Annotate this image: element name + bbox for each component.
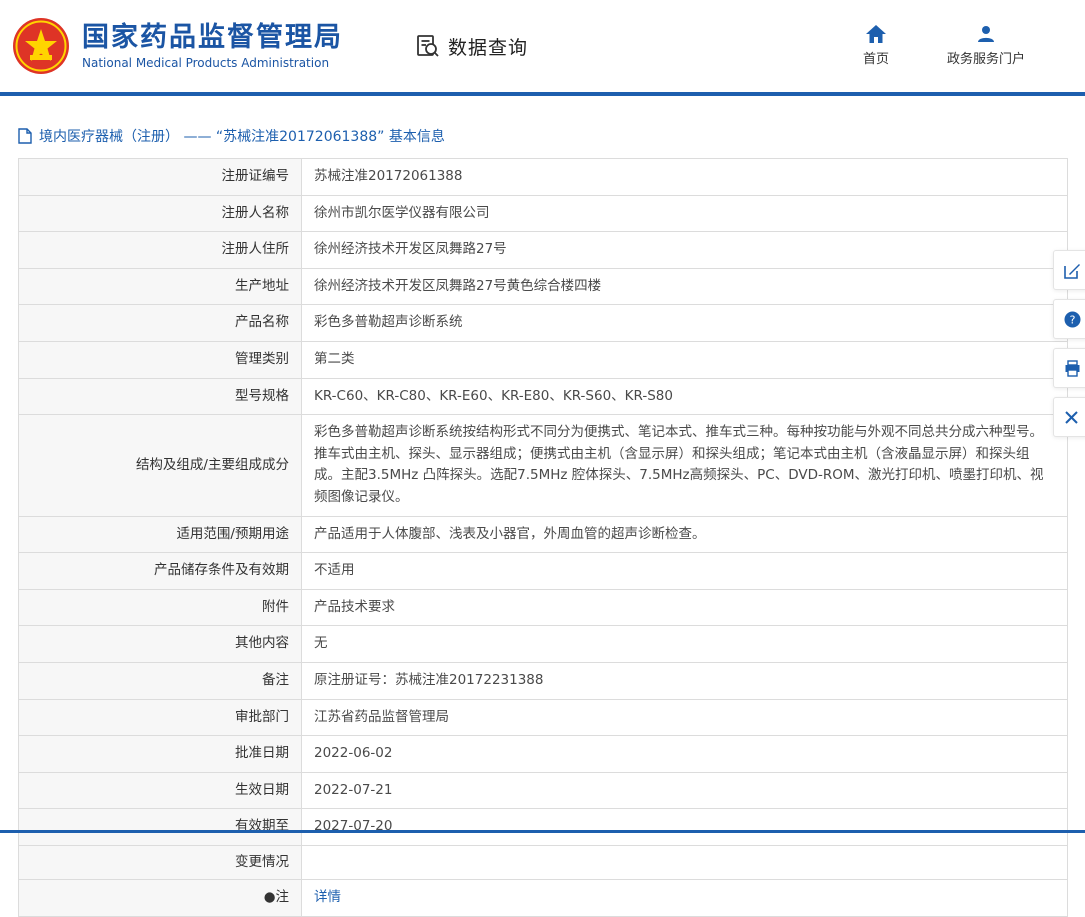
table-row: 有效期至 2027-07-20 — [19, 809, 1068, 846]
table-row: 产品名称 彩色多普勒超声诊断系统 — [19, 305, 1068, 342]
page-header: 国家药品监督管理局 National Medical Products Admi… — [0, 0, 1085, 96]
nav-home-label: 首页 — [863, 48, 889, 67]
table-row: ●注 详情 — [19, 880, 1068, 917]
field-value — [302, 845, 1068, 880]
table-row: 管理类别 第二类 — [19, 341, 1068, 378]
logo-group: 国家药品监督管理局 National Medical Products Admi… — [12, 17, 343, 75]
field-value: 详情 — [302, 880, 1068, 917]
field-label: 生产地址 — [19, 268, 302, 305]
table-row: 审批部门 江苏省药品监督管理局 — [19, 699, 1068, 736]
floating-tools-panel: 数 ? 常 打 关 — [1053, 250, 1085, 446]
field-value: 彩色多普勒超声诊断系统按结构形式不同分为便携式、笔记本式、推车式三种。每种按功能… — [302, 415, 1068, 516]
field-value: 2022-07-21 — [302, 772, 1068, 809]
breadcrumb: 境内医疗器械（注册） —— “苏械注准20172061388” 基本信息 — [18, 126, 1085, 146]
field-value: 2022-06-02 — [302, 736, 1068, 773]
svg-text:?: ? — [1070, 313, 1076, 326]
field-label: 型号规格 — [19, 378, 302, 415]
table-row: 注册人住所 徐州经济技术开发区凤舞路27号 — [19, 232, 1068, 269]
table-row: 适用范围/预期用途 产品适用于人体腹部、浅表及小器官，外周血管的超声诊断检查。 — [19, 516, 1068, 553]
field-value: 原注册证号：苏械注准20172231388 — [302, 662, 1068, 699]
edit-icon — [1064, 262, 1081, 279]
table-row: 生产地址 徐州经济技术开发区凤舞路27号黄色综合楼四楼 — [19, 268, 1068, 305]
table-row: 型号规格 KR-C60、KR-C80、KR-E60、KR-E80、KR-S60、… — [19, 378, 1068, 415]
field-value: 苏械注准20172061388 — [302, 159, 1068, 196]
nav-service-portal[interactable]: 政务服务门户 — [947, 25, 1025, 67]
table-row: 备注 原注册证号：苏械注准20172231388 — [19, 662, 1068, 699]
field-label: 变更情况 — [19, 845, 302, 880]
field-label: 审批部门 — [19, 699, 302, 736]
tool-correction[interactable]: 数 — [1053, 250, 1085, 290]
field-label: 产品名称 — [19, 305, 302, 342]
field-value: KR-C60、KR-C80、KR-E60、KR-E80、KR-S60、KR-S8… — [302, 378, 1068, 415]
field-label: 生效日期 — [19, 772, 302, 809]
detail-link[interactable]: 详情 — [314, 889, 341, 905]
field-value: 徐州经济技术开发区凤舞路27号 — [302, 232, 1068, 269]
field-label: ●注 — [19, 880, 302, 917]
document-icon — [18, 128, 32, 144]
field-label: 注册证编号 — [19, 159, 302, 196]
data-query-icon — [415, 33, 441, 59]
table-row: 产品储存条件及有效期 不适用 — [19, 553, 1068, 590]
field-label: 备注 — [19, 662, 302, 699]
field-value: 第二类 — [302, 341, 1068, 378]
data-query-label: 数据查询 — [448, 33, 528, 60]
field-value: 徐州市凯尔医学仪器有限公司 — [302, 195, 1068, 232]
data-query-section[interactable]: 数据查询 — [415, 33, 528, 60]
table-row: 变更情况 — [19, 845, 1068, 880]
field-value: 2027-07-20 — [302, 809, 1068, 846]
field-value: 无 — [302, 626, 1068, 663]
table-row: 附件 产品技术要求 — [19, 589, 1068, 626]
tool-close[interactable]: 关 — [1053, 397, 1085, 437]
table-row: 批准日期 2022-06-02 — [19, 736, 1068, 773]
field-label: 注册人住所 — [19, 232, 302, 269]
person-icon — [977, 25, 995, 43]
field-label: 注册人名称 — [19, 195, 302, 232]
table-row: 结构及组成/主要组成成分 彩色多普勒超声诊断系统按结构形式不同分为便携式、笔记本… — [19, 415, 1068, 516]
field-value: 产品适用于人体腹部、浅表及小器官，外周血管的超声诊断检查。 — [302, 516, 1068, 553]
field-label: 结构及组成/主要组成成分 — [19, 415, 302, 516]
field-value: 徐州经济技术开发区凤舞路27号黄色综合楼四楼 — [302, 268, 1068, 305]
breadcrumb-text: 境内医疗器械（注册） —— “苏械注准20172061388” 基本信息 — [39, 126, 445, 146]
home-icon — [866, 25, 886, 43]
header-nav: 首页 政务服务门户 — [863, 25, 1073, 67]
table-row: 其他内容 无 — [19, 626, 1068, 663]
field-value: 彩色多普勒超声诊断系统 — [302, 305, 1068, 342]
field-value: 产品技术要求 — [302, 589, 1068, 626]
field-value: 江苏省药品监督管理局 — [302, 699, 1068, 736]
tool-print[interactable]: 打 — [1053, 348, 1085, 388]
table-row: 生效日期 2022-07-21 — [19, 772, 1068, 809]
printer-icon — [1064, 360, 1081, 377]
field-label: 附件 — [19, 589, 302, 626]
field-label: 其他内容 — [19, 626, 302, 663]
org-name-cn: 国家药品监督管理局 — [82, 22, 343, 53]
field-value: 不适用 — [302, 553, 1068, 590]
tool-faq[interactable]: ? 常 — [1053, 299, 1085, 339]
field-label: 产品储存条件及有效期 — [19, 553, 302, 590]
table-row: 注册证编号 苏械注准20172061388 — [19, 159, 1068, 196]
field-label: 批准日期 — [19, 736, 302, 773]
national-emblem-icon — [12, 17, 70, 75]
org-name-en: National Medical Products Administration — [82, 56, 343, 70]
registration-info-table: 注册证编号 苏械注准20172061388 注册人名称 徐州市凯尔医学仪器有限公… — [18, 158, 1068, 917]
info-table-body: 注册证编号 苏械注准20172061388 注册人名称 徐州市凯尔医学仪器有限公… — [19, 159, 1068, 917]
field-label: 有效期至 — [19, 809, 302, 846]
table-row: 注册人名称 徐州市凯尔医学仪器有限公司 — [19, 195, 1068, 232]
field-label: 适用范围/预期用途 — [19, 516, 302, 553]
org-names: 国家药品监督管理局 National Medical Products Admi… — [82, 22, 343, 69]
nav-home[interactable]: 首页 — [863, 25, 889, 67]
question-icon: ? — [1064, 311, 1081, 328]
field-label: 管理类别 — [19, 341, 302, 378]
nav-service-portal-label: 政务服务门户 — [947, 48, 1025, 67]
close-icon — [1064, 410, 1079, 425]
